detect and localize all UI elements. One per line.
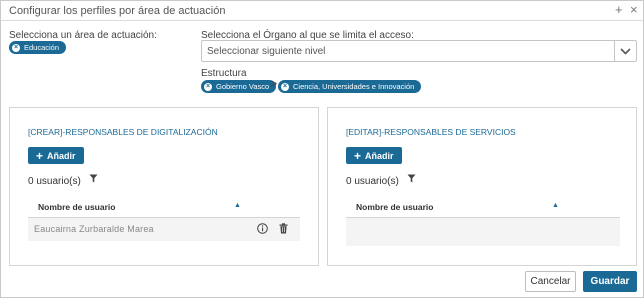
organ-select[interactable]: Seleccionar siguiente nivel [201, 40, 637, 62]
area-label: Selecciona un área de actuación: [9, 30, 157, 41]
sort-asc-icon[interactable]: ▲ [234, 202, 241, 209]
cancel-button[interactable]: Cancelar [525, 271, 576, 292]
add-user-button[interactable]: + Añadir [346, 147, 402, 164]
estructura-chip-label: Gobierno Vasco [216, 82, 270, 91]
plus-icon: + [354, 148, 362, 163]
estructura-chip-ciencia[interactable]: × Ciencia, Universidades e Innovación [278, 80, 422, 93]
profiles-dialog: Configurar los perfiles por área de actu… [0, 0, 644, 298]
organ-select-value: Seleccionar siguiente nivel [207, 46, 326, 57]
dialog-title: Configurar los perfiles por área de actu… [9, 5, 226, 17]
user-count: 0 usuario(s) [28, 176, 81, 187]
filter-icon[interactable] [407, 174, 416, 186]
panel-title: [EDITAR]-RESPONSABLES DE SERVICIOS [346, 127, 516, 137]
dialog-titlebar: Configurar los perfiles por área de actu… [1, 1, 643, 21]
table-header: Nombre de usuario ▲ [346, 196, 620, 218]
user-name-cell: Eaucairna Zurbaralde Marea [34, 224, 154, 234]
area-chip-educacion[interactable]: × Educación [9, 41, 67, 54]
sort-asc-icon[interactable]: ▲ [552, 202, 559, 209]
table-header: Nombre de usuario ▲ [28, 196, 300, 218]
add-user-label: Añadir [47, 150, 76, 161]
panel-crear-digitalizacion: [CREAR]-RESPONSABLES DE DIGITALIZACIÓN +… [9, 107, 319, 266]
table-row[interactable]: Eaucairna Zurbaralde Marea [28, 218, 300, 241]
remove-chip-icon[interactable]: × [281, 82, 289, 91]
estructura-chip-label: Ciencia, Universidades e Innovación [293, 82, 415, 91]
add-user-label: Añadir [365, 150, 394, 161]
chevron-down-icon[interactable] [614, 41, 636, 61]
estructura-chip-gobierno-vasco[interactable]: × Gobierno Vasco [201, 80, 277, 93]
add-user-button[interactable]: + Añadir [28, 147, 84, 164]
empty-table-body [346, 218, 620, 246]
maximize-icon[interactable]: + [615, 3, 623, 17]
panel-editar-servicios: [EDITAR]-RESPONSABLES DE SERVICIOS + Aña… [327, 107, 637, 266]
remove-chip-icon[interactable]: × [204, 82, 212, 91]
trash-icon[interactable] [279, 223, 288, 237]
remove-chip-icon[interactable]: × [12, 43, 20, 52]
save-button[interactable]: Guardar [583, 271, 637, 292]
close-icon[interactable]: × [630, 3, 638, 17]
info-icon[interactable] [257, 223, 268, 237]
panel-title: [CREAR]-RESPONSABLES DE DIGITALIZACIÓN [28, 127, 218, 137]
column-header-nombre[interactable]: Nombre de usuario [38, 202, 115, 212]
filter-icon[interactable] [89, 174, 98, 186]
user-count: 0 usuario(s) [346, 176, 399, 187]
estructura-label: Estructura [201, 68, 247, 79]
area-chip-label: Educación [24, 43, 60, 52]
plus-icon: + [36, 148, 44, 163]
breadcrumb-separator-icon: > [271, 79, 277, 90]
column-header-nombre[interactable]: Nombre de usuario [356, 202, 433, 212]
